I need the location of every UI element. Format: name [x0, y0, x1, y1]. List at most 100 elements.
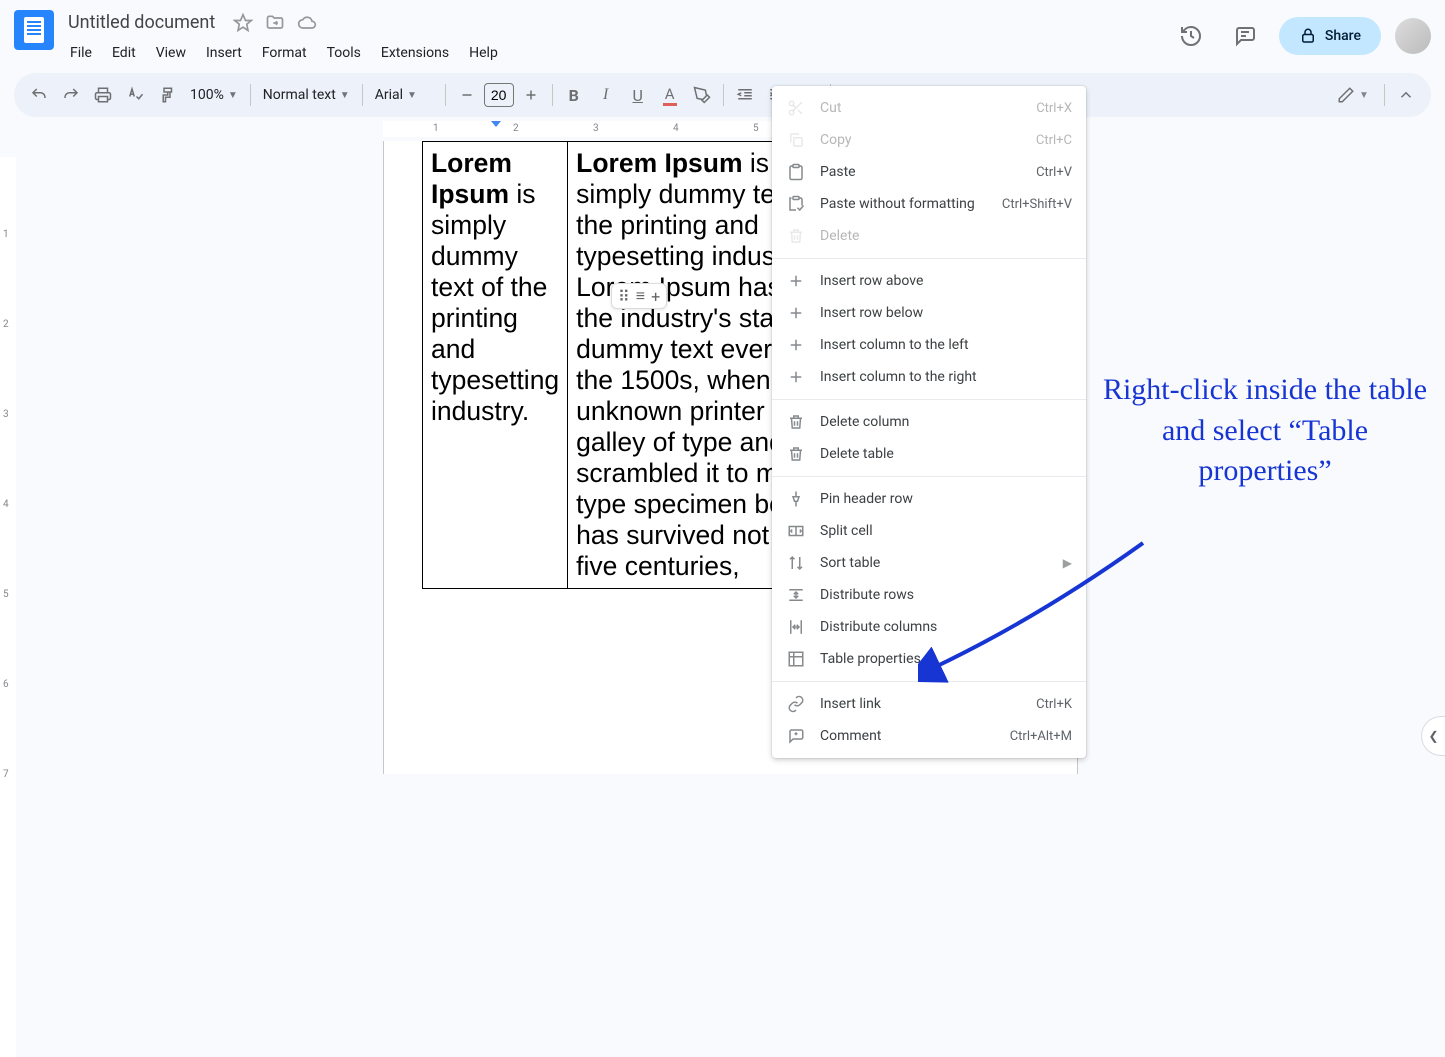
horizontal-ruler: 1 2 3 4 5	[0, 121, 1431, 137]
highlight-button[interactable]	[687, 80, 717, 110]
document-title[interactable]: Untitled document	[62, 10, 221, 35]
indent-marker-icon[interactable]	[491, 121, 501, 131]
decrease-font-size-button[interactable]	[452, 80, 482, 110]
spellcheck-button[interactable]	[120, 80, 150, 110]
text-color-button[interactable]: A	[655, 80, 685, 110]
menu-format[interactable]: Format	[254, 41, 315, 65]
font-size-input[interactable]	[484, 83, 514, 107]
menu-insert-row-below[interactable]: Insert row below	[772, 297, 1086, 329]
menu-distribute-columns[interactable]: Distribute columns	[772, 611, 1086, 643]
bold-button[interactable]: B	[559, 80, 589, 110]
separator	[772, 258, 1086, 259]
plus-icon	[786, 335, 806, 355]
menu-distribute-rows[interactable]: Distribute rows	[772, 579, 1086, 611]
font-size-controls	[452, 80, 546, 110]
underline-button[interactable]: U	[623, 80, 653, 110]
menu-insert-column-left[interactable]: Insert column to the left	[772, 329, 1086, 361]
menu-edit[interactable]: Edit	[104, 41, 144, 65]
paragraph-style-select[interactable]: Normal text▼	[257, 85, 356, 105]
separator	[445, 84, 446, 106]
table-controls[interactable]: ⠿ ≡ +	[611, 283, 667, 309]
menu-delete-table[interactable]: Delete table	[772, 438, 1086, 470]
paste-icon	[786, 162, 806, 182]
menu-extensions[interactable]: Extensions	[373, 41, 457, 65]
menu-comment[interactable]: Comment Ctrl+Alt+M	[772, 720, 1086, 752]
redo-button[interactable]	[56, 80, 86, 110]
cut-icon	[786, 98, 806, 118]
copy-icon	[786, 130, 806, 150]
collapse-toolbar-button[interactable]	[1391, 80, 1421, 110]
zoom-select[interactable]: 100%▼	[184, 85, 244, 105]
chevron-down-icon: ▼	[228, 90, 238, 101]
menu-paste[interactable]: Paste Ctrl+V	[772, 156, 1086, 188]
menu-help[interactable]: Help	[461, 41, 506, 65]
app-header: Untitled document File Edit View Insert …	[0, 0, 1445, 69]
sort-icon	[786, 553, 806, 573]
plus-icon	[786, 271, 806, 291]
separator	[772, 399, 1086, 400]
chevron-right-icon: ▶	[1063, 556, 1072, 570]
chevron-down-icon: ▼	[340, 90, 350, 101]
plus-icon	[786, 367, 806, 387]
trash-icon	[786, 412, 806, 432]
menu-insert-link[interactable]: Insert link Ctrl+K	[772, 688, 1086, 720]
comments-icon[interactable]	[1225, 16, 1265, 56]
drag-handle-icon[interactable]: ⠿	[618, 287, 630, 306]
align-icon[interactable]: ≡	[636, 286, 645, 306]
separator	[723, 84, 724, 106]
decrease-indent-button[interactable]	[730, 80, 760, 110]
paste-plain-icon	[786, 194, 806, 214]
menu-delete: Delete	[772, 220, 1086, 252]
menu-insert-column-right[interactable]: Insert column to the right	[772, 361, 1086, 393]
pin-icon	[786, 489, 806, 509]
font-select[interactable]: Arial▼	[369, 85, 439, 105]
toolbar: 100%▼ Normal text▼ Arial▼ B I U A ▼	[14, 73, 1431, 117]
separator	[772, 476, 1086, 477]
format-paint-button[interactable]	[152, 80, 182, 110]
plus-icon	[786, 303, 806, 323]
header-right: Share	[1171, 8, 1431, 56]
italic-button[interactable]: I	[591, 80, 621, 110]
distribute-rows-icon	[786, 585, 806, 605]
comment-icon	[786, 726, 806, 746]
move-folder-icon[interactable]	[265, 13, 285, 33]
add-icon[interactable]: +	[651, 287, 660, 306]
trash-icon	[786, 226, 806, 246]
increase-font-size-button[interactable]	[516, 80, 546, 110]
menubar: File Edit View Insert Format Tools Exten…	[62, 37, 1171, 69]
menu-split-cell[interactable]: Split cell	[772, 515, 1086, 547]
menu-tools[interactable]: Tools	[319, 41, 369, 65]
annotation-text: Right-click inside the table and select …	[1100, 370, 1430, 492]
menu-insert[interactable]: Insert	[198, 41, 250, 65]
table-cell[interactable]: Lorem Ipsum is simply dummy text of the …	[423, 142, 568, 589]
print-button[interactable]	[88, 80, 118, 110]
separator	[1384, 84, 1385, 106]
menu-file[interactable]: File	[62, 41, 100, 65]
table-properties-icon	[786, 649, 806, 669]
menu-sort-table[interactable]: Sort table ▶	[772, 547, 1086, 579]
menu-view[interactable]: View	[148, 41, 194, 65]
distribute-columns-icon	[786, 617, 806, 637]
docs-logo-icon[interactable]	[14, 10, 54, 50]
share-label: Share	[1325, 28, 1361, 44]
separator	[362, 84, 363, 106]
link-icon	[786, 694, 806, 714]
share-button[interactable]: Share	[1279, 17, 1381, 55]
menu-delete-column[interactable]: Delete column	[772, 406, 1086, 438]
menu-paste-without-formatting[interactable]: Paste without formatting Ctrl+Shift+V	[772, 188, 1086, 220]
separator	[552, 84, 553, 106]
vertical-ruler: 1 2 3 4 5 6 7	[0, 137, 16, 774]
menu-cut: Cut Ctrl+X	[772, 92, 1086, 124]
editing-mode-button[interactable]: ▼	[1328, 80, 1378, 110]
star-icon[interactable]	[233, 13, 253, 33]
menu-pin-header-row[interactable]: Pin header row	[772, 483, 1086, 515]
menu-copy: Copy Ctrl+C	[772, 124, 1086, 156]
menu-insert-row-above[interactable]: Insert row above	[772, 265, 1086, 297]
history-icon[interactable]	[1171, 16, 1211, 56]
menu-table-properties[interactable]: Table properties	[772, 643, 1086, 675]
cloud-status-icon[interactable]	[297, 13, 317, 33]
separator	[772, 681, 1086, 682]
undo-button[interactable]	[24, 80, 54, 110]
split-cell-icon	[786, 521, 806, 541]
user-avatar[interactable]	[1395, 18, 1431, 54]
